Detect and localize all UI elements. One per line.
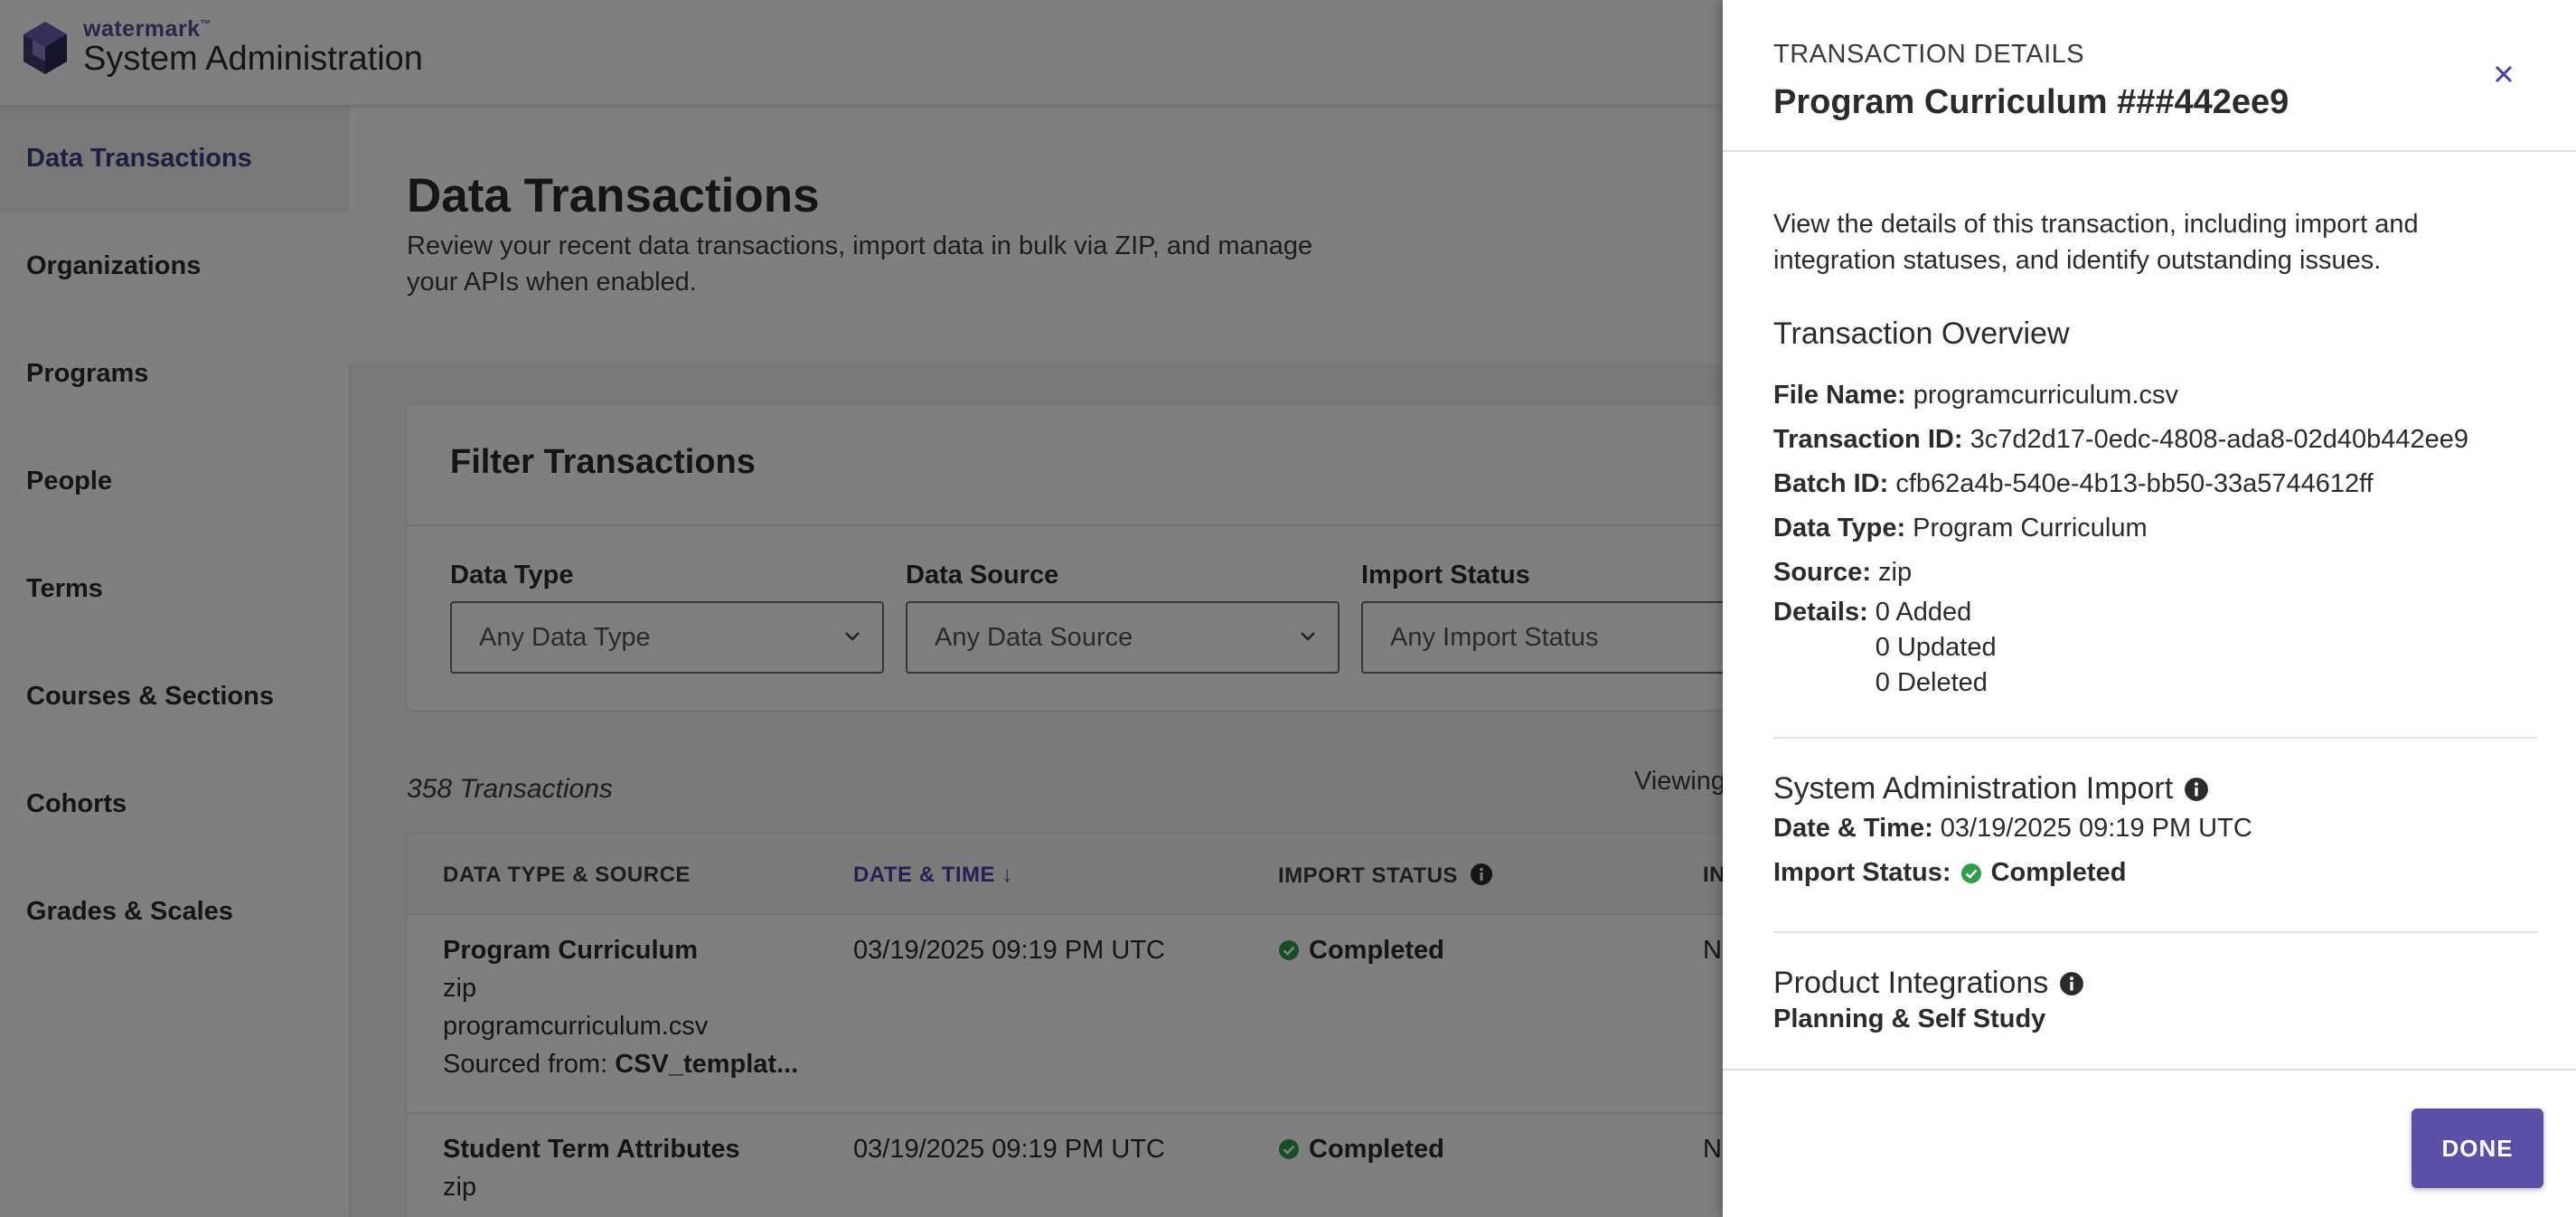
import-section-title: System Administration Import <box>1773 771 2538 807</box>
done-button[interactable]: DONE <box>2411 1109 2543 1188</box>
source-field: Source: zip <box>1773 558 1913 587</box>
details-added: 0 Added <box>1875 598 1972 627</box>
close-icon[interactable] <box>2486 56 2522 92</box>
integrations-section-title: Product Integrations <box>1773 966 2538 1001</box>
panel-footer: DONE <box>1723 1069 2576 1217</box>
panel-intro: View the details of this transaction, in… <box>1773 210 2419 275</box>
info-icon[interactable] <box>2059 971 2084 996</box>
batch-id-field: Batch ID: cfb62a4b-540e-4b13-bb50-33a574… <box>1773 469 2374 498</box>
panel-body[interactable]: View the details of this transaction, in… <box>1773 152 2538 1069</box>
panel-header: TRANSACTION DETAILS Program Curriculum #… <box>1723 0 2576 152</box>
section-divider <box>1773 737 2538 739</box>
data-type-field: Data Type: Program Curriculum <box>1773 514 2148 542</box>
overview-section: File Name: programcurriculum.csv Transac… <box>1773 373 2538 701</box>
file-name-field: File Name: programcurriculum.csv <box>1773 381 2179 410</box>
import-status-field: Import Status: Completed <box>1773 851 2538 895</box>
panel-title: Program Curriculum ###442ee9 <box>1773 83 2289 121</box>
panel-kicker: TRANSACTION DETAILS <box>1773 40 2085 69</box>
transaction-id-field: Transaction ID: 3c7d2d17-0edc-4808-ada8-… <box>1773 425 2469 454</box>
overview-title: Transaction Overview <box>1773 316 2070 351</box>
details-deleted: 0 Deleted <box>1875 668 1988 697</box>
section-divider <box>1773 931 2538 933</box>
integration-planning-self-study: Planning & Self Study <box>1773 1005 2046 1033</box>
details-field: Details: 0 Added 0 Updated 0 Deleted <box>1773 595 2538 701</box>
import-datetime-field: Date & Time: 03/19/2025 09:19 PM UTC <box>1773 814 2252 843</box>
transaction-details-panel: TRANSACTION DETAILS Program Curriculum #… <box>1723 0 2576 1217</box>
import-status-value: Completed <box>1990 858 2127 887</box>
info-icon[interactable] <box>2184 777 2209 802</box>
details-updated: 0 Updated <box>1875 633 1997 662</box>
check-circle-icon <box>1960 863 1981 883</box>
